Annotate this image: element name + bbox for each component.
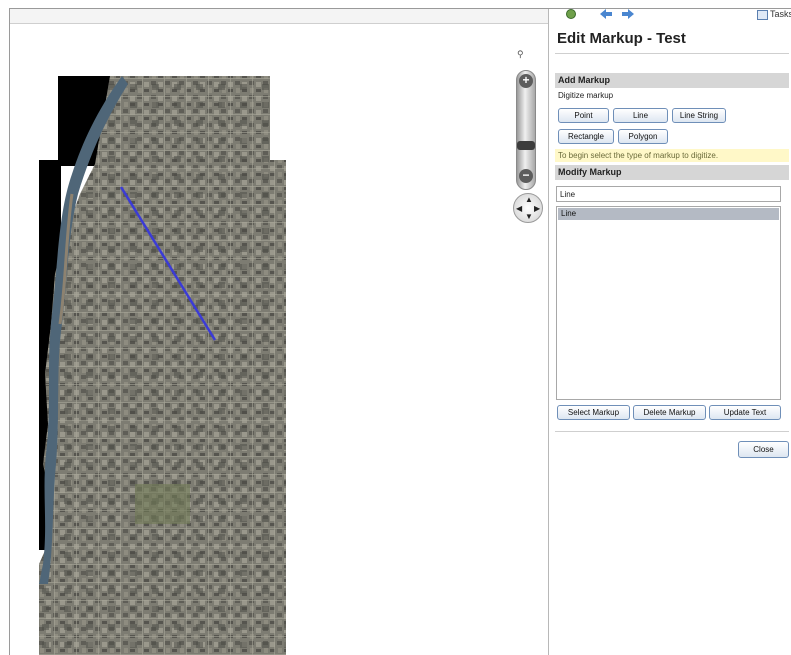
list-item[interactable]: Line [558, 208, 779, 220]
close-button[interactable]: Close [738, 441, 789, 458]
pan-control[interactable]: ▲ ▼ ◀ ▶ [513, 193, 543, 223]
instruction-message: To begin select the type of markup to di… [555, 149, 789, 162]
delete-markup-button[interactable]: Delete Markup [633, 405, 706, 420]
divider [555, 431, 789, 432]
application-window: ⚲ + − ▲ ▼ ◀ ▶ Tasks Edit Markup - Test A… [9, 8, 791, 655]
markup-text-input[interactable] [556, 186, 781, 202]
line-string-button[interactable]: Line String [672, 108, 726, 123]
point-button[interactable]: Point [558, 108, 609, 123]
globe-icon[interactable] [565, 9, 577, 19]
aerial-imagery[interactable] [10, 24, 548, 655]
pan-up-icon[interactable]: ▲ [525, 196, 533, 204]
markup-list[interactable]: Line [556, 206, 781, 400]
magnifier-icon[interactable]: ⚲ [517, 49, 524, 60]
zoom-slider-handle[interactable] [517, 141, 535, 150]
zoom-out-button[interactable]: − [519, 169, 533, 183]
field [135, 484, 190, 524]
rectangle-button[interactable]: Rectangle [558, 129, 614, 144]
add-markup-header: Add Markup [555, 73, 789, 88]
pan-right-icon[interactable]: ▶ [534, 205, 540, 213]
tasks-icon [756, 9, 768, 20]
panel-toolbar: Tasks [549, 9, 791, 24]
zoom-in-button[interactable]: + [519, 74, 533, 88]
pan-left-icon[interactable]: ◀ [516, 205, 522, 213]
modify-markup-header: Modify Markup [555, 165, 789, 180]
panel-title: Edit Markup - Test [557, 30, 686, 47]
divider [555, 53, 789, 54]
tasks-label: Tasks [769, 9, 791, 19]
edit-markup-panel: Tasks Edit Markup - Test Add Markup Digi… [548, 9, 791, 655]
pan-down-icon[interactable]: ▼ [525, 213, 533, 221]
forward-arrow-icon[interactable] [621, 9, 635, 19]
tasks-menu[interactable]: Tasks [756, 9, 791, 20]
back-arrow-icon[interactable] [599, 9, 613, 19]
select-markup-button[interactable]: Select Markup [557, 405, 630, 420]
update-text-button[interactable]: Update Text [709, 405, 781, 420]
polygon-button[interactable]: Polygon [618, 129, 668, 144]
map-view[interactable]: ⚲ + − ▲ ▼ ◀ ▶ [10, 24, 548, 655]
digitize-label: Digitize markup [558, 91, 614, 100]
line-button[interactable]: Line [613, 108, 668, 123]
zoom-control[interactable]: + − ▲ ▼ ◀ ▶ [513, 62, 543, 227]
